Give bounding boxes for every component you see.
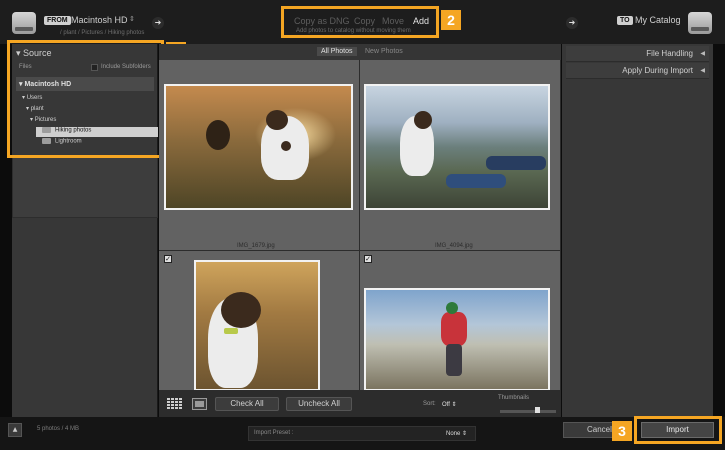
callout-3-box: [634, 416, 722, 444]
from-tag: FROM: [44, 16, 71, 25]
collapse-toggle-icon[interactable]: ▲: [8, 423, 22, 437]
import-preset-label: Import Preset :: [254, 430, 294, 436]
photo-cell[interactable]: ✓: [159, 251, 360, 391]
slider-knob[interactable]: [534, 407, 540, 413]
photo-thumbnail[interactable]: [364, 84, 550, 210]
photo-filename: IMG_1679.jpg: [237, 243, 275, 249]
settings-panel: File Handling ◀ Apply During Import ◀: [562, 44, 713, 417]
photo-checkbox[interactable]: ✓: [164, 255, 172, 263]
file-handling-section[interactable]: File Handling ◀: [566, 46, 709, 62]
collar: [224, 328, 238, 334]
hiker-leg: [446, 174, 506, 188]
uncheck-all-button[interactable]: Uncheck All: [286, 397, 352, 411]
sort-label: Sort:: [423, 401, 436, 407]
arrow-right-icon: ➜: [152, 17, 164, 29]
section-title: File Handling: [646, 49, 693, 58]
callout-2-number: 2: [441, 10, 461, 30]
photo-grid-area: All Photos New Photos IMG_1679.jpg IMG_4…: [159, 44, 561, 417]
check-all-button[interactable]: Check All: [215, 397, 279, 411]
destination-name[interactable]: My Catalog: [635, 15, 681, 25]
callout-1-box: [7, 40, 164, 158]
source-disk-icon: [12, 12, 36, 34]
section-title: Apply During Import: [622, 66, 693, 75]
hiker-figure: [446, 302, 458, 314]
dog-spot: [281, 141, 291, 151]
loupe-view-icon[interactable]: [192, 398, 207, 410]
grid-toolbar: Check All Uncheck All Sort: Off ⇕ Thumbn…: [159, 390, 561, 417]
photo-checkbox[interactable]: ✓: [364, 255, 372, 263]
photo-thumbnail[interactable]: [164, 84, 353, 210]
tab-new-photos[interactable]: New Photos: [361, 47, 407, 56]
photo-cell[interactable]: IMG_4094.jpg: [360, 60, 561, 251]
dog-spot: [221, 292, 261, 328]
destination-disk-icon: [688, 12, 712, 34]
photo-thumbnail[interactable]: [364, 288, 550, 391]
callout-3-number: 3: [612, 421, 632, 441]
thumbnail-size-label: Thumbnails: [498, 395, 530, 401]
hiker-figure: [441, 312, 467, 346]
grid-view-icon[interactable]: [167, 398, 182, 410]
callout-2-box: [281, 6, 439, 38]
source-panel-empty-area: [12, 156, 158, 218]
dog-spot: [206, 120, 230, 150]
import-preset-value: None ⇕: [446, 431, 468, 437]
to-tag: TO: [617, 16, 633, 25]
arrow-right-icon: ➜: [566, 17, 578, 29]
sort-dropdown[interactable]: Off ⇕: [442, 401, 457, 408]
tab-all-photos[interactable]: All Photos: [317, 47, 357, 56]
photo-thumbnail[interactable]: [194, 260, 320, 391]
thumbnail-size-slider[interactable]: [500, 407, 556, 413]
source-path: / plant / Pictures / Hiking photos: [60, 30, 145, 36]
dog-spot: [414, 111, 432, 129]
source-name[interactable]: Macintosh HD: [71, 15, 128, 25]
photo-filename: IMG_4094.jpg: [435, 243, 473, 249]
preset-value-text: None: [446, 431, 461, 437]
dog-spot: [266, 110, 288, 130]
source-dropdown-icon[interactable]: ⇕: [129, 15, 135, 23]
photo-cell[interactable]: IMG_1679.jpg: [159, 60, 360, 251]
apply-during-import-section[interactable]: Apply During Import ◀: [566, 63, 709, 79]
photo-count: 5 photos / 4 MB: [37, 426, 80, 432]
sort-value: Off: [442, 402, 450, 408]
hiker-figure: [446, 344, 462, 376]
collapse-triangle-icon: ◀: [700, 67, 705, 74]
hiker-leg: [486, 156, 546, 170]
grid-filter-tabs: All Photos New Photos: [159, 44, 561, 60]
import-preset-dropdown[interactable]: Import Preset : None ⇕: [248, 426, 476, 441]
collapse-triangle-icon: ◀: [700, 50, 705, 57]
photo-cell[interactable]: ✓: [360, 251, 561, 391]
